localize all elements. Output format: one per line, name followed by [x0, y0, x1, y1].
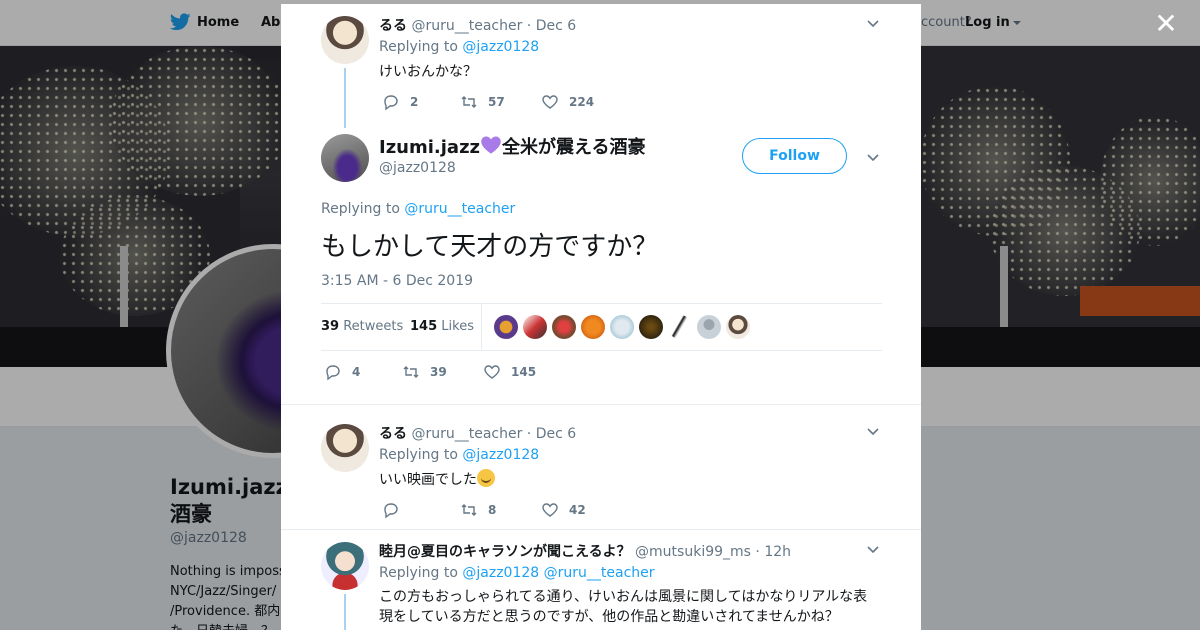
retweet-count: 57: [488, 95, 505, 109]
retweet-count: 39: [430, 365, 447, 379]
reply-icon: [384, 95, 398, 111]
like-count: 145: [511, 365, 537, 379]
user-handle[interactable]: @mutsuki99_ms: [635, 544, 751, 560]
tweet-text-wrap: いい映画でした: [379, 469, 495, 490]
liker-avatar[interactable]: [552, 315, 576, 339]
heart-icon: [484, 365, 500, 379]
tweet-text-line: この方もおっしゃられてる通り、けいおんは風景に関してはかなりリアルな表: [379, 589, 868, 605]
avatar[interactable]: [321, 16, 369, 64]
retweet-count: 8: [488, 503, 497, 517]
liker-avatar[interactable]: [668, 315, 692, 339]
avatar[interactable]: [321, 542, 369, 590]
replying-to: Replying to @jazz0128: [379, 447, 539, 463]
divider: [281, 404, 921, 405]
likes-stat[interactable]: 145 Likes: [410, 319, 474, 334]
liker-avatar[interactable]: [523, 315, 547, 339]
tweet-actions: 8 42: [379, 501, 679, 519]
chevron-down-icon[interactable]: [866, 542, 880, 556]
tweet-header: るる @ruru__teacher · Dec 6: [379, 15, 576, 35]
retweet-button[interactable]: 39: [402, 363, 447, 381]
chevron-down-icon[interactable]: [866, 424, 880, 438]
liker-avatar[interactable]: [581, 315, 605, 339]
reply-icon: [326, 365, 340, 381]
follow-button[interactable]: Follow: [742, 138, 847, 174]
purple-heart-icon: [481, 136, 501, 154]
main-tweet-text: もしかして天才の方ですか？: [321, 232, 659, 262]
retweet-button[interactable]: 8: [460, 501, 496, 519]
reply-button[interactable]: 2: [382, 93, 418, 111]
thread-line: [344, 68, 346, 128]
user-handle[interactable]: @ruru__teacher: [411, 426, 522, 442]
avatar[interactable]: [321, 134, 369, 182]
stats-divider: [481, 304, 482, 350]
retweet-button[interactable]: 57: [460, 93, 505, 111]
main-tweet-timestamp[interactable]: 3:15 AM - 6 Dec 2019: [321, 273, 473, 289]
retweet-icon: [461, 504, 477, 516]
tweet-date[interactable]: · Dec 6: [527, 18, 576, 34]
like-button[interactable]: 145: [483, 363, 536, 381]
likes-stat-count: 145: [410, 319, 438, 334]
chevron-down-icon[interactable]: [866, 150, 880, 164]
user-name[interactable]: るる: [379, 426, 407, 442]
replying-to-prefix: Replying to: [379, 565, 458, 581]
retweet-icon: [461, 96, 477, 108]
relieved-face-emoji-icon: [477, 469, 495, 487]
like-button[interactable]: 42: [541, 501, 586, 519]
liker-avatar[interactable]: [610, 315, 634, 339]
main-tweet-author-name[interactable]: Izumi.jazz 全米が震える酒豪: [379, 133, 646, 159]
replying-to: Replying to @ruru__teacher: [321, 201, 515, 217]
user-name[interactable]: 睦月@夏目のキャラソンが聞こえるよ？: [379, 544, 631, 560]
close-icon[interactable]: ✕: [1152, 10, 1180, 38]
reply-button[interactable]: 4: [324, 363, 360, 381]
replying-to: Replying to @jazz0128 @ruru__teacher: [379, 565, 655, 581]
main-tweet-author-handle[interactable]: @jazz0128: [379, 160, 456, 176]
user-handle[interactable]: @ruru__teacher: [411, 18, 522, 34]
heart-icon: [542, 95, 558, 109]
avatar[interactable]: [321, 424, 369, 472]
like-button[interactable]: 224: [541, 93, 594, 111]
reply-button[interactable]: [382, 501, 400, 519]
tweet-header: るる @ruru__teacher · Dec 6: [379, 423, 576, 443]
replying-to-prefix: Replying to: [379, 447, 458, 463]
replying-to-link[interactable]: @ruru__teacher: [404, 201, 515, 217]
replying-to-link[interactable]: @ruru__teacher: [544, 565, 655, 581]
divider: [281, 529, 921, 530]
tweet-header: 睦月@夏目のキャラソンが聞こえるよ？ @mutsuki99_ms · 12h: [379, 541, 791, 561]
replying-to-prefix: Replying to: [379, 39, 458, 55]
replying-to-link[interactable]: @jazz0128: [462, 39, 539, 55]
thread-line: [344, 594, 346, 630]
retweets-stat-count: 39: [321, 319, 340, 334]
liker-avatar[interactable]: [726, 315, 750, 339]
reply-count: 4: [352, 365, 361, 379]
replying-to-prefix: Replying to: [321, 201, 400, 217]
liker-avatar[interactable]: [697, 315, 721, 339]
retweets-stat[interactable]: 39 Retweets: [321, 319, 403, 334]
tweet-text: いい映画でした: [379, 472, 477, 488]
heart-icon: [542, 503, 558, 517]
chevron-down-icon[interactable]: [866, 16, 880, 30]
like-count: 42: [569, 503, 586, 517]
author-name-suffix: 全米が震える酒豪: [502, 137, 646, 158]
retweets-stat-label: Retweets: [343, 319, 404, 334]
tweet-text-line: 現をしている方だと思うのですが、他の作品と勘違いされてませんかね？: [379, 609, 839, 625]
tweet-text: この方もおっしゃられてる通り、けいおんは風景に関してはかなりリアルな表 現をして…: [379, 587, 867, 627]
tweet-date[interactable]: · Dec 6: [527, 426, 576, 442]
tweet-actions: 2 57 224: [379, 93, 679, 111]
liker-avatar[interactable]: [639, 315, 663, 339]
replying-to-link[interactable]: @jazz0128: [462, 565, 539, 581]
tweet-text: けいおんかな？: [379, 64, 477, 80]
like-count: 224: [569, 95, 595, 109]
tweet-stats: 39 Retweets 145 Likes: [321, 303, 882, 351]
retweet-icon: [403, 366, 419, 378]
reply-icon: [384, 503, 398, 519]
replying-to: Replying to @jazz0128: [379, 39, 539, 55]
tweet-date[interactable]: · 12h: [755, 544, 791, 560]
user-name[interactable]: るる: [379, 18, 407, 34]
liker-avatar[interactable]: [494, 315, 518, 339]
likes-stat-label: Likes: [441, 319, 474, 334]
replying-to-link[interactable]: @jazz0128: [462, 447, 539, 463]
tweet-actions: 4 39 145: [321, 363, 621, 381]
author-name-text: Izumi.jazz: [379, 137, 481, 158]
reply-count: 2: [410, 95, 419, 109]
